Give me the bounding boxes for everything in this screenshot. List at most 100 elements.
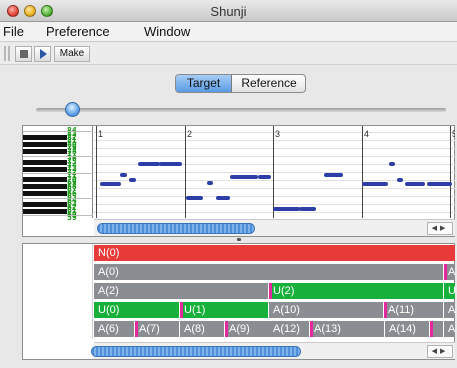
note-bar[interactable]	[362, 182, 388, 186]
note-bar[interactable]	[100, 182, 121, 186]
structure-segment[interactable]: A(10)	[269, 302, 383, 318]
play-button[interactable]	[34, 46, 51, 62]
structure-segment[interactable]: U(2)	[269, 283, 443, 299]
structure-segment[interactable]: A(14)	[385, 321, 429, 337]
segment-label: N(0)	[98, 247, 120, 259]
note-bar[interactable]	[138, 162, 160, 166]
measure-number: 2	[187, 129, 193, 139]
structure-segment[interactable]: A(6)	[94, 321, 134, 337]
note-bar[interactable]	[299, 207, 316, 211]
structure-segment[interactable]: A(2)	[94, 283, 268, 299]
segment-label: A(11)	[388, 304, 415, 316]
black-key[interactable]	[23, 149, 67, 154]
toolbar-grip-icon[interactable]	[4, 46, 10, 61]
segment-label: A(9)	[229, 323, 250, 335]
note-bar[interactable]	[230, 175, 258, 179]
note-bar[interactable]	[159, 162, 182, 166]
measure-line	[450, 126, 451, 218]
note-bar[interactable]	[427, 182, 452, 186]
make-button[interactable]: Make	[54, 46, 90, 62]
structure-segment[interactable]: A(	[444, 321, 455, 337]
grid-line	[94, 204, 455, 205]
stop-icon	[20, 50, 28, 58]
structure-segment[interactable]: U(0)	[94, 302, 179, 318]
position-slider-knob[interactable]	[65, 102, 80, 117]
note-bar[interactable]	[273, 207, 300, 211]
menu-file[interactable]: File	[3, 24, 24, 39]
black-key[interactable]	[23, 135, 67, 140]
note-bar[interactable]	[216, 196, 230, 200]
structure-scrollbar[interactable]: ◀▶	[91, 342, 455, 359]
structure-segment[interactable]: U(1)	[180, 302, 268, 318]
grid-line	[94, 156, 455, 157]
toolbar: Make	[0, 43, 457, 65]
split-handle-icon[interactable]	[237, 238, 241, 241]
note-bar[interactable]	[186, 196, 203, 200]
black-key[interactable]	[23, 201, 67, 207]
structure-segment[interactable]: A(13)	[310, 321, 384, 337]
grid-line	[94, 140, 455, 141]
position-slider-track[interactable]	[36, 108, 446, 112]
black-key[interactable]	[23, 177, 67, 182]
menu-bar: File Preference Window	[0, 22, 457, 42]
scroll-arrows-icon[interactable]: ◀▶	[427, 345, 453, 358]
measure-number: 5	[452, 129, 455, 139]
segment-label: A(6)	[98, 323, 119, 335]
black-key[interactable]	[23, 159, 67, 165]
note-bar[interactable]	[207, 181, 213, 185]
stop-button[interactable]	[15, 46, 32, 62]
segment-label: A(14)	[389, 323, 416, 335]
play-icon	[40, 49, 47, 59]
structure-scroll-thumb[interactable]	[91, 346, 301, 357]
piano-roll-scroll-thumb[interactable]	[97, 223, 255, 234]
structure-segment[interactable]: A(9)	[225, 321, 269, 337]
measure-number: 1	[98, 129, 104, 139]
title-bar[interactable]: Shunji	[0, 0, 457, 22]
black-key[interactable]	[23, 191, 67, 196]
note-bar[interactable]	[405, 182, 425, 186]
measure-line	[185, 126, 186, 218]
structure-segment[interactable]: A(8)	[180, 321, 224, 337]
black-key[interactable]	[23, 166, 67, 172]
black-key[interactable]	[23, 142, 67, 147]
segment-marker	[269, 283, 272, 299]
note-bar[interactable]	[120, 173, 127, 177]
structure-segment[interactable]: A(0)	[94, 264, 443, 280]
measure-line	[96, 126, 97, 218]
structure-segment[interactable]: U(	[444, 283, 455, 299]
note-bar[interactable]	[324, 173, 343, 177]
piano-roll-grid[interactable]: 1 2 3 4 5	[94, 126, 455, 218]
segment-marker	[384, 302, 387, 318]
menu-window[interactable]: Window	[144, 24, 190, 39]
scroll-arrows-icon[interactable]: ◀▶	[427, 222, 453, 235]
measure-number: 4	[364, 129, 370, 139]
tab-reference[interactable]: Reference	[233, 75, 305, 92]
segment-label: A(10)	[273, 304, 300, 316]
grid-line	[94, 172, 455, 173]
structure-segment[interactable]: A(	[444, 302, 455, 318]
note-bar[interactable]	[258, 175, 271, 179]
structure-segment[interactable]: A(7)	[135, 321, 179, 337]
structure-segment[interactable]: A(12)	[269, 321, 309, 337]
tab-target[interactable]: Target	[176, 75, 232, 92]
black-key[interactable]	[23, 208, 67, 214]
structure-segment[interactable]: N(0)	[94, 245, 455, 261]
window-title: Shunji	[210, 4, 247, 19]
black-key[interactable]	[23, 184, 67, 189]
piano-roll-scrollbar[interactable]: ◀▶	[94, 219, 455, 236]
grid-line	[94, 188, 455, 189]
segment-label: U(1)	[184, 304, 206, 316]
structure-segment[interactable]	[430, 321, 443, 337]
segment-label: A(13)	[314, 323, 341, 335]
menu-preference[interactable]: Preference	[46, 24, 110, 39]
structure-segment[interactable]: A(11)	[384, 302, 443, 318]
note-bar[interactable]	[129, 178, 136, 182]
note-bar[interactable]	[397, 178, 403, 182]
structure-rows: N(0) A(0) A(A(2) U(2) U(U(0) U(1) A(10) A(11) A(…	[94, 244, 455, 339]
segment-label: U(	[448, 285, 455, 297]
segment-label: U(0)	[98, 304, 120, 316]
structure-segment[interactable]: A(	[444, 264, 455, 280]
note-bar[interactable]	[389, 162, 395, 166]
grid-line	[94, 148, 455, 149]
segment-label: A(2)	[98, 285, 119, 297]
